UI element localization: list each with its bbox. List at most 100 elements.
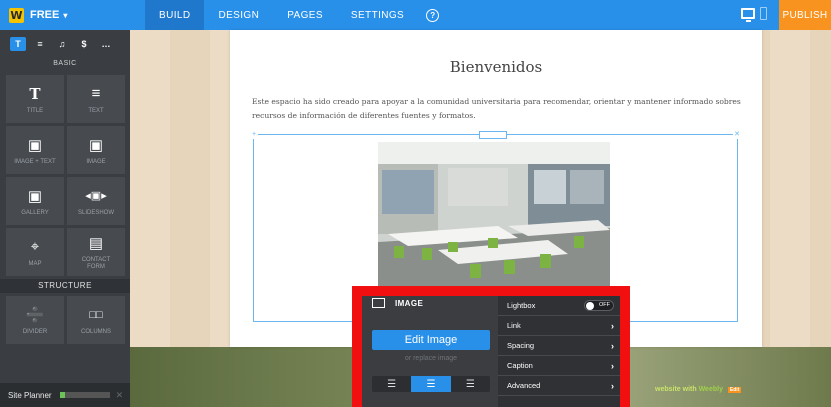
main-nav: BUILD DESIGN PAGES SETTINGS ? xyxy=(145,0,440,30)
element-label: SLIDESHOW xyxy=(77,209,114,216)
image-panel-heading: IMAGE xyxy=(372,298,423,308)
option-label: Spacing xyxy=(507,341,535,350)
replace-image-link[interactable]: or replace image xyxy=(372,355,490,362)
help-icon[interactable]: ? xyxy=(426,8,440,22)
element-title[interactable]: T TITLE xyxy=(6,75,64,123)
top-bar: W FREE ▾ BUILD DESIGN PAGES SETTINGS ? P… xyxy=(0,0,831,30)
element-image-text[interactable]: ▣ IMAGE + TEXT xyxy=(6,126,64,174)
option-label: Caption xyxy=(507,361,533,370)
drag-handle-icon[interactable] xyxy=(479,131,507,139)
element-columns[interactable]: □□ COLUMNS xyxy=(67,296,125,344)
align-left-icon[interactable]: ☰ xyxy=(372,376,411,392)
page-body-text[interactable]: Este espacio ha sido creado para apoyar … xyxy=(252,95,742,123)
structure-elements-grid: ➗ DIVIDER □□ COLUMNS xyxy=(0,293,130,347)
chevron-right-icon: › xyxy=(611,320,614,331)
close-icon[interactable]: ✕ xyxy=(116,390,124,401)
tab-design[interactable]: DESIGN xyxy=(204,0,273,30)
map-pin-icon: ⌖ xyxy=(30,238,40,255)
text-category-icon[interactable]: T xyxy=(10,37,26,51)
lightbox-toggle[interactable]: OFF xyxy=(584,300,614,311)
weebly-logo-icon: W xyxy=(9,7,24,23)
element-label: GALLERY xyxy=(21,209,49,216)
element-divider[interactable]: ➗ DIVIDER xyxy=(6,296,64,344)
element-label: TEXT xyxy=(88,107,104,114)
align-center-icon[interactable]: ☰ xyxy=(411,376,451,392)
chevron-right-icon: › xyxy=(611,380,614,391)
element-label: DIVIDER xyxy=(22,328,48,335)
mobile-view-icon[interactable] xyxy=(760,7,767,20)
classroom-photo[interactable] xyxy=(378,142,610,292)
desktop-view-icon[interactable] xyxy=(741,8,755,22)
chevron-right-icon: › xyxy=(611,340,614,351)
option-label: Advanced xyxy=(507,381,541,390)
option-spacing[interactable]: Spacing › xyxy=(498,336,623,356)
element-label: TITLE xyxy=(26,107,44,114)
site-planner-label: Site Planner xyxy=(8,390,52,400)
chevron-down-icon: ▾ xyxy=(63,10,68,20)
site-planner-progress xyxy=(59,392,110,398)
device-switcher xyxy=(741,7,767,22)
element-category-tools: T ≡ ♫ $ … xyxy=(0,30,130,56)
media-category-icon[interactable]: ♫ xyxy=(54,37,70,51)
option-link[interactable]: Link › xyxy=(498,316,623,336)
slideshow-icon: ◂▣▸ xyxy=(85,190,107,202)
footer-text: website with xyxy=(655,386,697,393)
commerce-category-icon[interactable]: $ xyxy=(76,37,92,51)
image-text-icon: ▣ xyxy=(27,136,43,154)
image-icon xyxy=(372,298,385,308)
align-right-icon[interactable]: ☰ xyxy=(451,376,490,392)
tab-build[interactable]: BUILD xyxy=(145,0,205,30)
plan-menu[interactable]: W FREE ▾ xyxy=(0,0,145,30)
element-text[interactable]: ≡ TEXT xyxy=(67,75,125,123)
element-label: IMAGE + TEXT xyxy=(14,158,56,165)
move-icon[interactable]: + xyxy=(250,131,258,139)
title-icon: T xyxy=(29,84,41,103)
plan-label: FREE xyxy=(30,9,60,21)
image-settings-popover: IMAGE Edit Image or replace image ☰ ☰ ☰ … xyxy=(362,296,627,407)
toggle-knob-icon xyxy=(586,302,594,310)
option-label: Link xyxy=(507,321,521,330)
image-alignment-group: ☰ ☰ ☰ xyxy=(372,376,490,392)
element-map[interactable]: ⌖ MAP xyxy=(6,228,64,276)
image-edit-panel: IMAGE Edit Image or replace image ☰ ☰ ☰ xyxy=(362,296,492,407)
contact-form-icon: ▤ xyxy=(88,235,104,252)
option-caption[interactable]: Caption › xyxy=(498,356,623,376)
elements-sidebar: T ≡ ♫ $ … BASIC T TITLE ≡ TEXT ▣ IMAGE +… xyxy=(0,30,130,407)
divider-icon: ➗ xyxy=(25,306,45,324)
element-contact-form[interactable]: ▤ CONTACT FORM xyxy=(67,228,125,276)
classroom-photo-image xyxy=(378,142,610,292)
text-icon: ≡ xyxy=(91,85,101,102)
toggle-state: OFF xyxy=(599,302,610,308)
element-label: MAP xyxy=(28,260,42,267)
chevron-right-icon: › xyxy=(611,360,614,371)
columns-icon: □□ xyxy=(89,308,103,321)
element-label: COLUMNS xyxy=(80,328,111,335)
page-title[interactable]: Bienvenidos xyxy=(230,58,762,76)
option-label: Lightbox xyxy=(507,301,536,310)
weebly-footer-badge[interactable]: website with Weebly Edit xyxy=(655,386,742,393)
basic-section-label: BASIC xyxy=(53,60,77,67)
image-options-list: Lightbox OFF Link › Spacing › Caption › … xyxy=(498,296,623,407)
site-planner-progress-fill xyxy=(59,392,65,398)
footer-brand: Weebly xyxy=(698,386,723,393)
tab-settings[interactable]: SETTINGS xyxy=(337,0,418,30)
element-label: CONTACT FORM xyxy=(81,257,111,270)
delete-icon[interactable]: ✕ xyxy=(733,131,741,139)
image-panel-title: IMAGE xyxy=(395,298,424,308)
element-slideshow[interactable]: ◂▣▸ SLIDESHOW xyxy=(67,177,125,225)
element-gallery[interactable]: ▣ GALLERY xyxy=(6,177,64,225)
gallery-icon: ▣ xyxy=(27,187,43,205)
more-category-icon[interactable]: … xyxy=(98,37,114,51)
publish-button[interactable]: PUBLISH xyxy=(779,0,831,30)
option-lightbox[interactable]: Lightbox OFF xyxy=(498,296,623,316)
option-advanced[interactable]: Advanced › xyxy=(498,376,623,396)
site-planner[interactable]: Site Planner ✕ xyxy=(0,383,130,407)
element-label: IMAGE xyxy=(86,158,106,165)
edit-image-button[interactable]: Edit Image xyxy=(372,330,490,350)
tab-pages[interactable]: PAGES xyxy=(273,0,337,30)
element-image[interactable]: ▣ IMAGE xyxy=(67,126,125,174)
basic-elements-grid: T TITLE ≡ TEXT ▣ IMAGE + TEXT ▣ IMAGE ▣ … xyxy=(0,72,130,279)
layout-category-icon[interactable]: ≡ xyxy=(32,37,48,51)
image-icon: ▣ xyxy=(88,136,104,154)
footer-edit-tag[interactable]: Edit xyxy=(727,387,742,393)
